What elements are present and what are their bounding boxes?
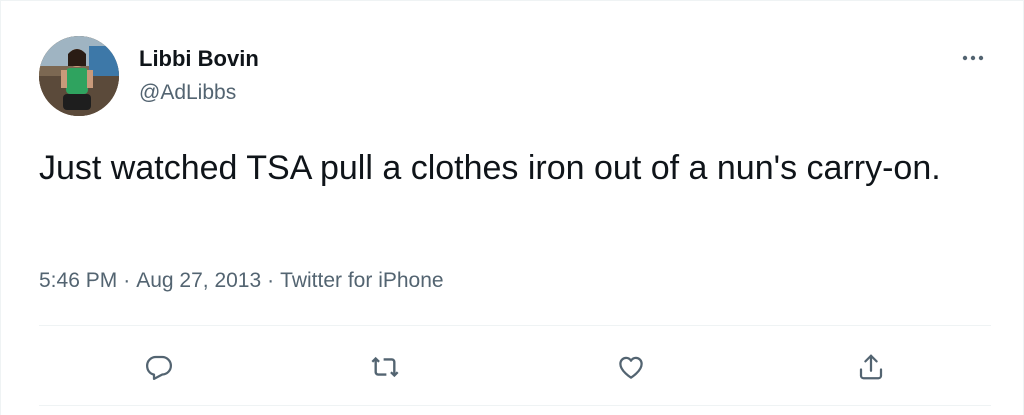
- reply-icon: [146, 355, 172, 380]
- retweet-icon: [371, 356, 399, 378]
- tweet-text: Just watched TSA pull a clothes iron out…: [39, 149, 941, 187]
- retweet-button[interactable]: [365, 347, 405, 387]
- reply-button[interactable]: [139, 347, 179, 387]
- divider: [39, 325, 991, 326]
- like-icon: [619, 356, 643, 379]
- author-display-name[interactable]: Libbi Bovin: [139, 45, 259, 73]
- meta-separator: ·: [267, 269, 275, 292]
- tweet-source[interactable]: Twitter for iPhone: [280, 269, 443, 292]
- avatar-photo-icon: [39, 36, 119, 116]
- meta-separator: ·: [123, 269, 131, 292]
- tweet-card: Libbi Bovin @AdLibbs Just watched TSA pu…: [0, 0, 1024, 415]
- tweet-date[interactable]: Aug 27, 2013: [136, 269, 261, 292]
- more-dots-icon: [962, 55, 984, 61]
- avatar[interactable]: [39, 36, 119, 116]
- like-button[interactable]: [611, 347, 651, 387]
- more-options-button[interactable]: [949, 41, 997, 75]
- share-button[interactable]: [851, 347, 891, 387]
- author-handle[interactable]: @AdLibbs: [139, 79, 236, 107]
- tweet-time[interactable]: 5:46 PM: [39, 269, 117, 292]
- tweet-metadata: 5:46 PM · Aug 27, 2013 · Twitter for iPhone: [39, 267, 444, 295]
- share-icon: [859, 354, 883, 380]
- divider: [39, 405, 991, 406]
